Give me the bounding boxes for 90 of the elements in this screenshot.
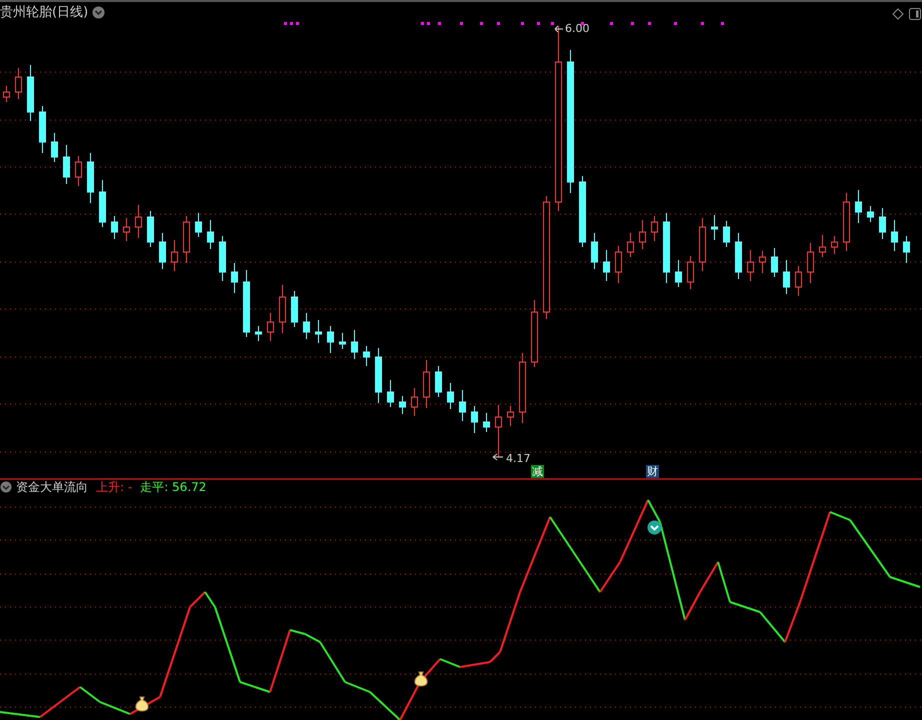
candlestick bbox=[639, 220, 646, 250]
candlestick bbox=[51, 132, 58, 162]
candlestick bbox=[15, 68, 22, 100]
candlestick bbox=[471, 406, 478, 434]
candlestick bbox=[63, 144, 70, 184]
candlestick bbox=[87, 152, 94, 204]
candlestick bbox=[531, 300, 538, 368]
candlestick bbox=[387, 380, 394, 408]
panel-toggle-icon[interactable] bbox=[909, 8, 921, 20]
candlestick bbox=[207, 220, 214, 250]
candlestick bbox=[495, 404, 502, 458]
chevron-down-icon[interactable] bbox=[92, 6, 106, 19]
candlestick bbox=[663, 212, 670, 284]
candlestick bbox=[759, 250, 766, 274]
candlestick bbox=[831, 236, 838, 254]
candlestick bbox=[843, 192, 850, 252]
candlestick bbox=[303, 312, 310, 340]
price-label: 6.00 bbox=[565, 23, 590, 34]
candlestick bbox=[291, 290, 298, 328]
candlestick bbox=[147, 210, 154, 248]
candlestick bbox=[99, 180, 106, 228]
arrow-icon bbox=[554, 26, 564, 32]
candlestick bbox=[267, 312, 274, 342]
money-bag-icon bbox=[135, 696, 149, 712]
candlestick bbox=[507, 406, 514, 426]
diamond-icon[interactable] bbox=[892, 8, 904, 20]
candlestick bbox=[435, 366, 442, 398]
candlestick bbox=[891, 220, 898, 252]
candlestick bbox=[219, 236, 226, 282]
candlestick bbox=[423, 360, 430, 408]
signal-tag: 财 bbox=[646, 465, 659, 478]
price-label: 4.17 bbox=[506, 453, 530, 464]
candlestick bbox=[375, 348, 382, 404]
candlestick bbox=[711, 214, 718, 240]
candlestick bbox=[699, 218, 706, 272]
candlestick bbox=[483, 412, 490, 432]
candlestick bbox=[123, 218, 130, 242]
candlestick bbox=[231, 262, 238, 294]
candlestick bbox=[75, 156, 82, 186]
candlestick bbox=[183, 216, 190, 264]
candlestick bbox=[675, 260, 682, 288]
indicator-reading: 走平: 56.72 bbox=[140, 481, 206, 493]
candlestick bbox=[447, 382, 454, 410]
candlestick bbox=[783, 260, 790, 294]
candlestick bbox=[519, 352, 526, 424]
candlestick bbox=[879, 208, 886, 240]
candlestick bbox=[327, 326, 334, 354]
candlestick bbox=[39, 106, 46, 154]
arrow-icon bbox=[492, 454, 504, 460]
candlestick bbox=[687, 256, 694, 290]
candlestick bbox=[903, 236, 910, 264]
candlestick bbox=[807, 242, 814, 284]
candlestick bbox=[591, 232, 598, 270]
candlestick bbox=[411, 388, 418, 416]
signal-tag: 减 bbox=[531, 465, 544, 478]
candlestick bbox=[615, 246, 622, 284]
candlestick bbox=[735, 232, 742, 280]
candlestick bbox=[243, 270, 250, 338]
indicator-reading: 上升: - bbox=[96, 481, 132, 493]
candlestick bbox=[867, 206, 874, 222]
candlestick bbox=[111, 216, 118, 240]
candlestick bbox=[855, 190, 862, 224]
chevron-down-icon bbox=[647, 520, 662, 535]
candlestick bbox=[819, 234, 826, 258]
candlestick bbox=[579, 176, 586, 248]
candlestick bbox=[747, 250, 754, 282]
chevron-down-icon[interactable] bbox=[0, 481, 12, 493]
candlestick bbox=[3, 86, 10, 102]
candlestick bbox=[195, 212, 202, 238]
candlestick bbox=[279, 284, 286, 334]
money-bag-icon bbox=[414, 671, 428, 687]
candlestick bbox=[771, 248, 778, 278]
candlestick bbox=[135, 204, 142, 238]
window-title: 贵州轮胎(日线) bbox=[0, 6, 88, 19]
candlestick bbox=[315, 320, 322, 344]
candlestick bbox=[459, 390, 466, 422]
candlestick bbox=[627, 232, 634, 258]
candlestick bbox=[27, 64, 34, 122]
candlestick bbox=[363, 346, 370, 366]
indicator-title: 资金大单流向 bbox=[16, 481, 88, 493]
candlestick bbox=[603, 250, 610, 282]
candlestick bbox=[651, 216, 658, 242]
candlestick bbox=[171, 240, 178, 272]
candlestick bbox=[399, 396, 406, 414]
candlestick bbox=[339, 332, 346, 350]
candlestick bbox=[159, 232, 166, 270]
candlestick bbox=[795, 266, 802, 296]
candlestick bbox=[255, 326, 262, 342]
candlestick bbox=[723, 220, 730, 248]
candlestick bbox=[351, 330, 358, 360]
